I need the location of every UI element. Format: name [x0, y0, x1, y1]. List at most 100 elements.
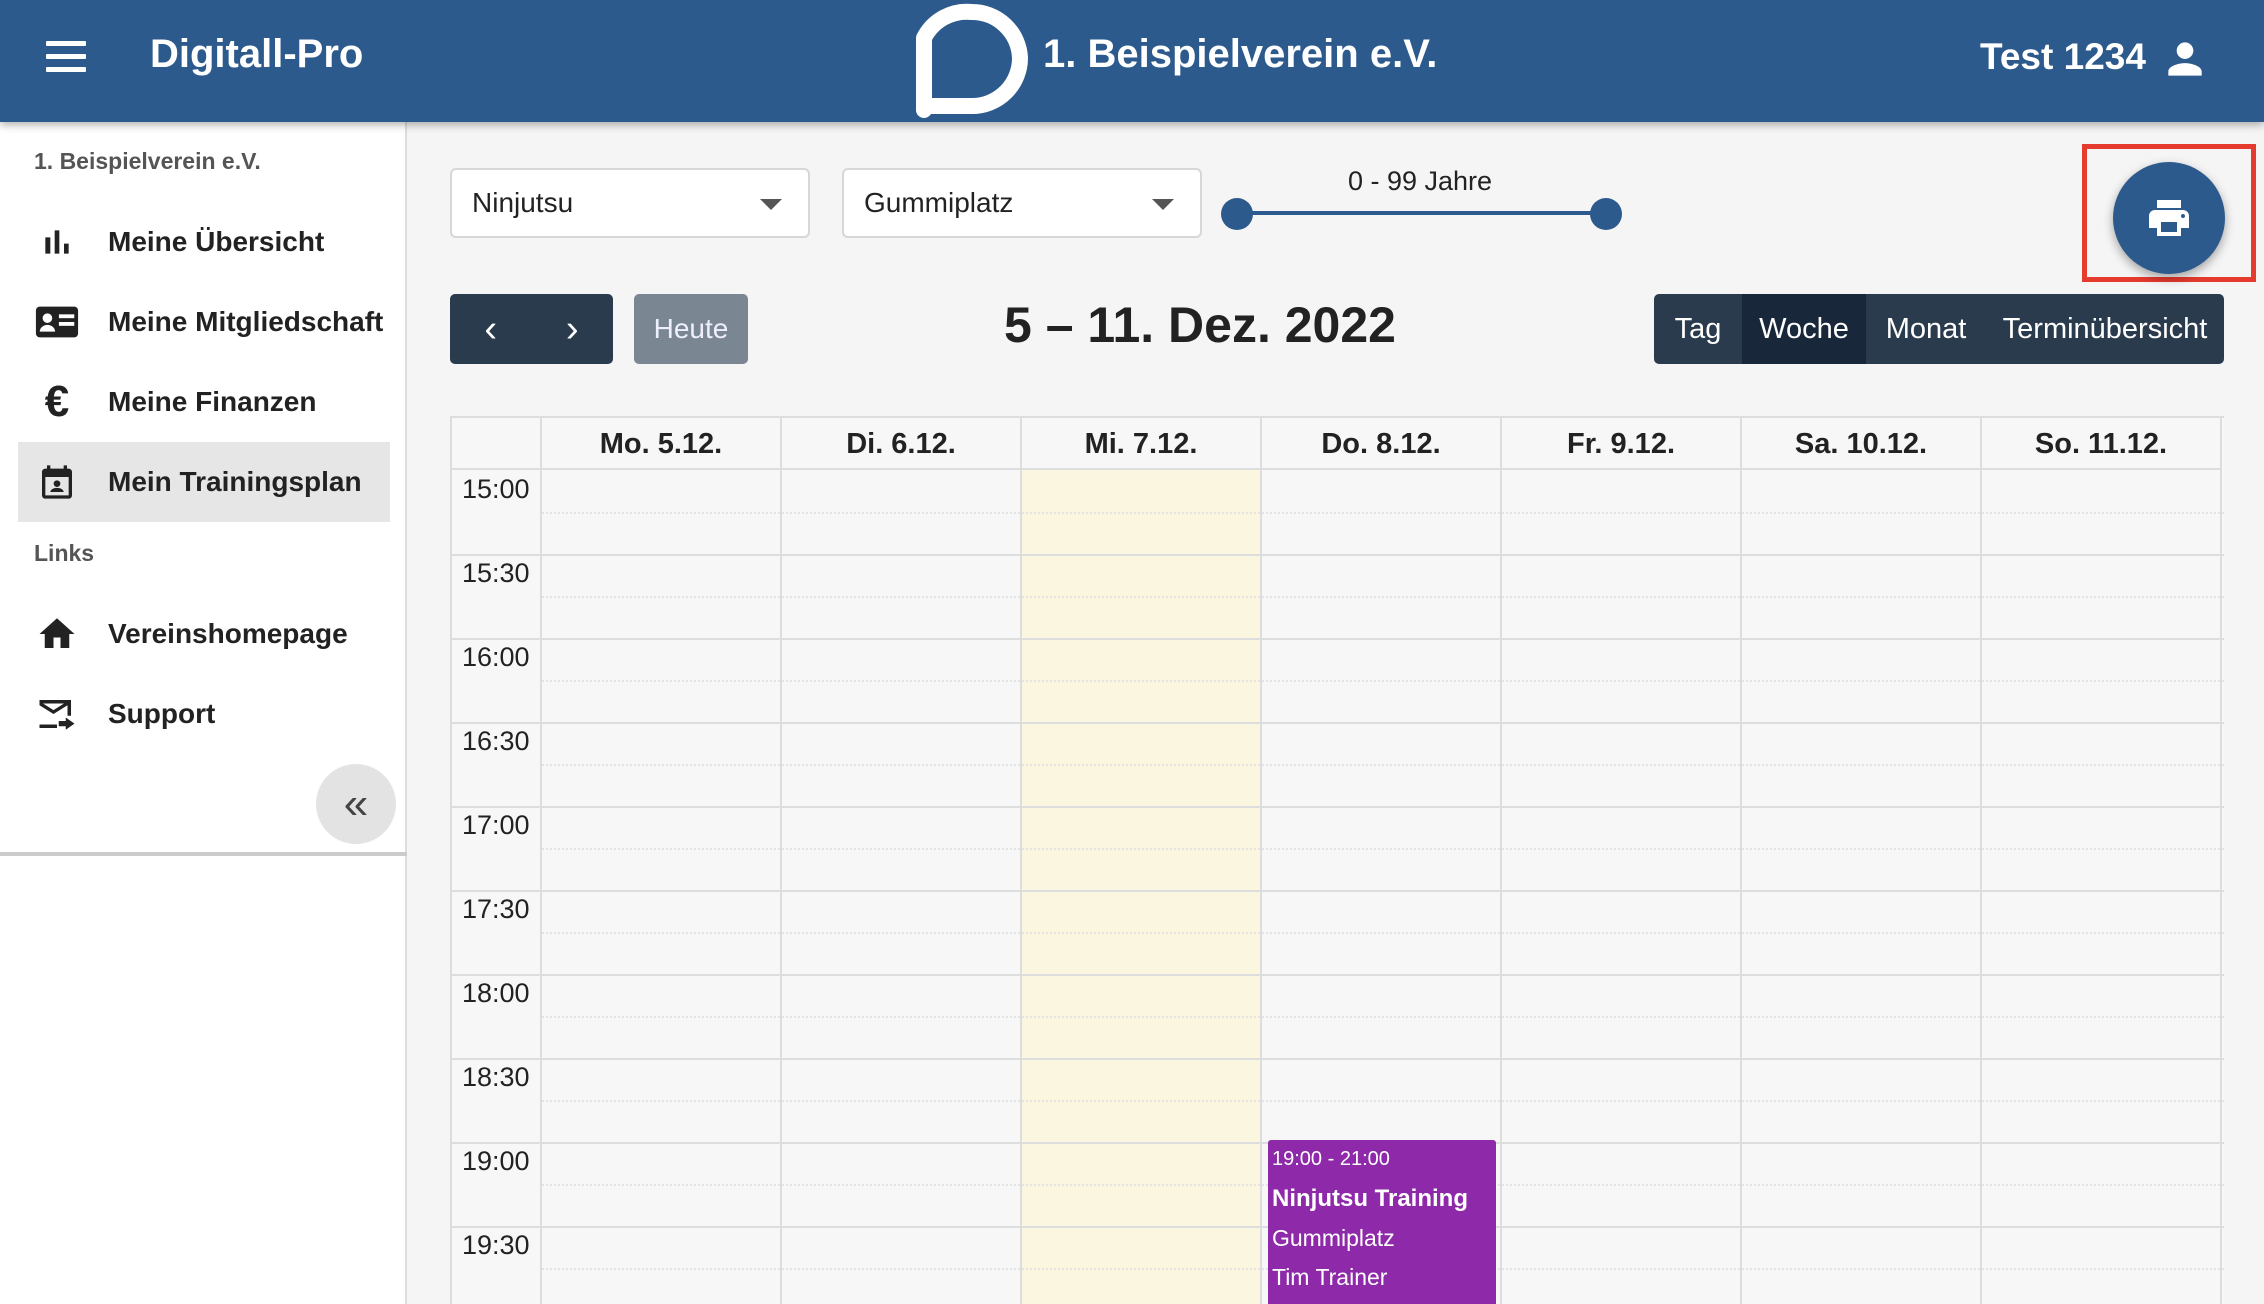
sidebar-item-label: Support	[108, 698, 216, 729]
sidebar-item-label: Meine Übersicht	[108, 226, 325, 257]
grid-line	[2220, 418, 2222, 1304]
sidebar-item-homepage[interactable]: Vereinshomepage	[18, 594, 390, 674]
view-tag-button[interactable]: Tag	[1654, 294, 1742, 364]
week-calendar: Mo. 5.12. Di. 6.12. Mi. 7.12. Do. 8.12. …	[450, 416, 2224, 1304]
age-range-max-handle[interactable]	[1590, 198, 1622, 230]
collapse-sidebar-button[interactable]: «	[316, 764, 396, 844]
id-card-icon	[32, 297, 82, 347]
grid-line	[542, 680, 2224, 682]
grid-line	[542, 932, 2224, 934]
sidebar-item-finances[interactable]: € Meine Finanzen	[18, 362, 390, 442]
grid-line	[542, 1100, 2224, 1102]
day-header[interactable]: Mo. 5.12.	[542, 418, 782, 470]
account-icon[interactable]	[2160, 34, 2210, 84]
time-label: 18:00	[462, 978, 530, 1008]
sidebar-item-label: Vereinshomepage	[108, 618, 348, 649]
age-range-track[interactable]	[1236, 211, 1606, 215]
club-name: 1. Beispielverein e.V.	[1043, 32, 1438, 76]
sidebar-links-label: Links	[34, 540, 95, 566]
sidebar-item-label: Meine Mitgliedschaft	[108, 306, 384, 337]
chevron-down-icon	[760, 199, 782, 210]
view-switcher: Tag Woche Monat Terminübersicht	[1654, 294, 2224, 364]
grid-line	[542, 764, 2224, 766]
time-label: 17:30	[462, 894, 530, 924]
sidebar-item-membership[interactable]: Meine Mitgliedschaft	[18, 282, 390, 362]
grid-line	[780, 418, 782, 1304]
prev-week-button[interactable]: ‹	[450, 294, 532, 364]
grid-line	[1260, 418, 1262, 1304]
sidebar-item-label: Mein Trainingsplan	[108, 466, 362, 497]
grid-line	[542, 596, 2224, 598]
location-select-value: Gummiplatz	[864, 187, 1014, 218]
time-label: 16:30	[462, 726, 530, 756]
calendar-event[interactable]: 19:00 - 21:00 Ninjutsu Training Gummipla…	[1268, 1140, 1496, 1304]
grid-line	[540, 418, 542, 1304]
grid-line	[452, 638, 2224, 640]
sidebar: 1. Beispielverein e.V. Meine Übersicht M…	[0, 122, 407, 1304]
date-range-title: 5 – 11. Dez. 2022	[1004, 297, 1396, 353]
grid-line	[452, 554, 2224, 556]
mail-forward-icon	[32, 689, 82, 739]
day-header[interactable]: Di. 6.12.	[782, 418, 1022, 470]
day-header[interactable]: Mi. 7.12.	[1022, 418, 1262, 470]
grid-line	[542, 1016, 2224, 1018]
time-label: 15:00	[462, 474, 530, 504]
app-title: Digitall-Pro	[150, 32, 364, 76]
location-select[interactable]: Gummiplatz	[842, 168, 1202, 238]
calendar-icon	[32, 457, 82, 507]
grid-line	[1740, 418, 1742, 1304]
chevron-down-icon	[1152, 199, 1174, 210]
day-header[interactable]: Do. 8.12.	[1262, 418, 1502, 470]
grid-line	[452, 806, 2224, 808]
print-button[interactable]	[2113, 162, 2225, 274]
today-button[interactable]: Heute	[634, 294, 748, 364]
next-week-button[interactable]: ›	[532, 294, 614, 364]
user-name[interactable]: Test 1234	[1980, 36, 2146, 78]
sidebar-item-trainingsplan[interactable]: Mein Trainingsplan	[18, 442, 390, 522]
sidebar-item-label: Meine Finanzen	[108, 386, 317, 417]
sidebar-club-label: 1. Beispielverein e.V.	[34, 148, 261, 174]
bar-chart-icon	[32, 217, 82, 267]
date-navigation: ‹ ›	[450, 294, 613, 364]
home-icon	[32, 609, 82, 659]
app-page: Digitall-Pro 1. Beispielverein e.V. Test…	[0, 0, 2264, 1304]
time-label: 19:00	[462, 1146, 530, 1176]
grid-line	[542, 848, 2224, 850]
view-woche-button[interactable]: Woche	[1742, 294, 1866, 364]
day-header[interactable]: Fr. 9.12.	[1502, 418, 1742, 470]
menu-icon[interactable]	[40, 30, 92, 82]
grid-line	[1020, 418, 1022, 1304]
time-label: 18:30	[462, 1062, 530, 1092]
event-trainer: Tim Trainer	[1272, 1264, 1388, 1290]
grid-line	[452, 890, 2224, 892]
club-logo	[916, 3, 1028, 118]
grid-line	[1500, 418, 1502, 1304]
print-icon	[2149, 200, 2189, 236]
grid-line	[452, 974, 2224, 976]
age-range-label: 0 - 99 Jahre	[1347, 166, 1493, 196]
view-terminuebersicht-button[interactable]: Terminübersicht	[1986, 294, 2224, 364]
time-column-header	[452, 418, 542, 470]
day-header[interactable]: So. 11.12.	[1982, 418, 2222, 470]
sport-select[interactable]: Ninjutsu	[450, 168, 810, 238]
sport-select-value: Ninjutsu	[472, 187, 574, 218]
grid-line	[542, 512, 2224, 514]
sidebar-divider	[0, 852, 407, 856]
event-time: 19:00 - 21:00	[1272, 1148, 1390, 1170]
age-range-min-handle[interactable]	[1221, 198, 1253, 230]
grid-line	[452, 1058, 2224, 1060]
event-title: Ninjutsu Training	[1272, 1185, 1468, 1212]
time-label: 15:30	[462, 558, 530, 588]
event-location: Gummiplatz	[1272, 1225, 1395, 1251]
sidebar-item-support[interactable]: Support	[18, 674, 390, 754]
app-bar: Digitall-Pro 1. Beispielverein e.V. Test…	[0, 0, 2264, 122]
sidebar-item-overview[interactable]: Meine Übersicht	[18, 202, 390, 282]
day-header[interactable]: Sa. 10.12.	[1742, 418, 1982, 470]
euro-icon: €	[44, 377, 70, 426]
time-label: 16:00	[462, 642, 530, 672]
view-monat-button[interactable]: Monat	[1866, 294, 1986, 364]
grid-line	[1980, 418, 1982, 1304]
time-label: 17:00	[462, 810, 530, 840]
grid-line	[452, 722, 2224, 724]
time-label: 19:30	[462, 1230, 530, 1260]
